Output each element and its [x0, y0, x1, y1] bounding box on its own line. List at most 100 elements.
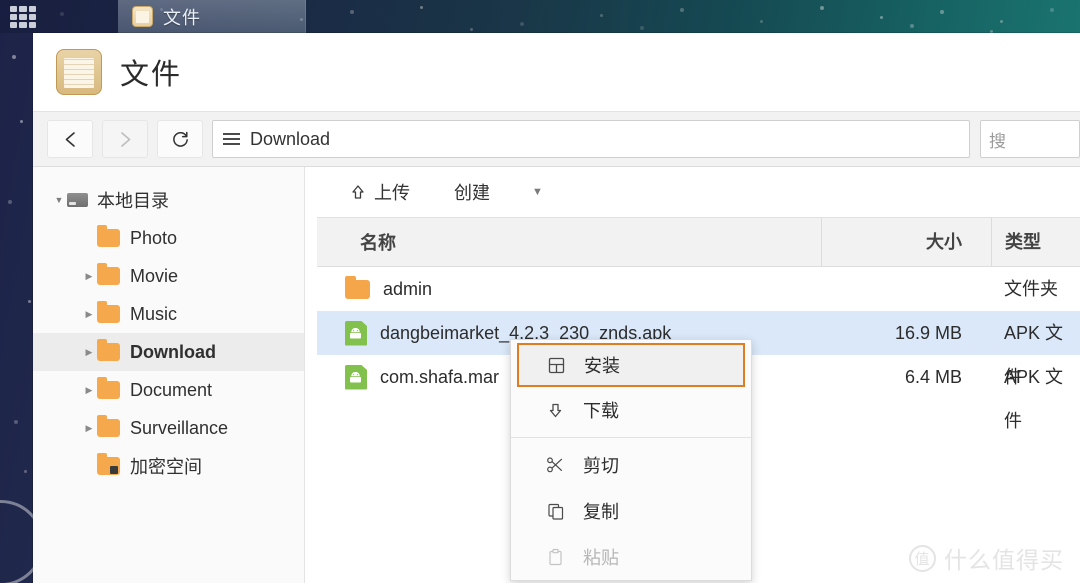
- table-row[interactable]: admin 文件夹: [317, 267, 1080, 311]
- chevron-right-icon[interactable]: ▶: [81, 347, 97, 358]
- folder-icon: [97, 419, 120, 437]
- folder-locked-icon: [97, 457, 120, 475]
- file-manager-window: 文件 Download 搜 ▼ 本地目录 Photo ▶ Movie ▶ Mus…: [33, 33, 1080, 583]
- sidebar-item-label: Music: [130, 304, 177, 325]
- forward-button[interactable]: [102, 120, 148, 158]
- file-size: 6.4 MB: [821, 355, 991, 399]
- folder-icon: [97, 343, 120, 361]
- folder-icon: [97, 229, 120, 247]
- sidebar-item-label: Surveillance: [130, 418, 228, 439]
- star-particle: [8, 200, 12, 204]
- file-size: 16.9 MB: [821, 311, 991, 355]
- context-menu-item-label: 剪切: [583, 452, 619, 478]
- hamburger-icon[interactable]: [223, 130, 240, 148]
- sidebar-item-encrypted-space[interactable]: ▶ 加密空间: [33, 447, 304, 485]
- context-menu-item-label: 粘贴: [583, 544, 619, 570]
- window-header: 文件: [33, 33, 1080, 111]
- context-menu-item-cut[interactable]: 剪切: [511, 442, 751, 488]
- context-menu-item-install[interactable]: 安装: [517, 343, 745, 387]
- apk-icon: [345, 321, 367, 346]
- hdd-icon: [67, 193, 88, 207]
- star-particle: [28, 300, 31, 303]
- star-particle: [12, 55, 16, 59]
- sidebar-item-label: Photo: [130, 228, 177, 249]
- upload-arrow-icon: [350, 184, 366, 201]
- context-menu: 安装 下载 剪切 复制 粘贴: [510, 339, 752, 581]
- file-type: 文件夹: [991, 267, 1080, 311]
- chevron-down-icon[interactable]: ▼: [532, 186, 543, 198]
- sidebar-item-label: Movie: [130, 266, 178, 287]
- create-label: 创建: [454, 179, 490, 205]
- path-breadcrumb-bar[interactable]: Download: [212, 120, 970, 158]
- file-name: com.shafa.mar: [380, 367, 499, 388]
- context-menu-item-download[interactable]: 下载: [511, 387, 751, 433]
- sidebar-item-music[interactable]: ▶ Music: [33, 295, 304, 333]
- context-menu-item-paste: 粘贴: [511, 534, 751, 580]
- chevron-down-icon[interactable]: ▼: [51, 195, 67, 205]
- upload-button[interactable]: 上传: [350, 179, 410, 205]
- window-tab-strip: 文件: [118, 0, 306, 33]
- file-size: [821, 267, 991, 311]
- chevron-right-icon[interactable]: ▶: [81, 309, 97, 320]
- file-manager-icon: [56, 49, 102, 95]
- sidebar-item-download[interactable]: ▶ Download: [33, 333, 304, 371]
- folder-icon: [97, 381, 120, 399]
- apk-icon: [345, 365, 367, 390]
- sidebar-item-movie[interactable]: ▶ Movie: [33, 257, 304, 295]
- taskbar-tab-files[interactable]: 文件: [118, 0, 306, 33]
- star-particle: [20, 120, 23, 123]
- content-toolbar: 上传 创建 ▼: [305, 167, 1080, 217]
- refresh-icon: [171, 130, 190, 149]
- app-grid-icon[interactable]: [10, 6, 36, 28]
- page-title: 文件: [120, 51, 182, 93]
- folder-icon: [97, 267, 120, 285]
- folder-icon: [345, 280, 370, 299]
- download-arrow-icon: [544, 401, 567, 419]
- context-menu-item-label: 安装: [584, 352, 620, 378]
- copy-icon: [544, 502, 567, 521]
- chevron-right-icon: [117, 130, 134, 149]
- sidebar-item-label: Download: [130, 342, 216, 363]
- chevron-right-icon[interactable]: ▶: [81, 271, 97, 282]
- sidebar-item-label: Document: [130, 380, 212, 401]
- star-particle: [24, 470, 27, 473]
- search-placeholder: 搜: [989, 127, 1006, 152]
- column-header-name[interactable]: 名称: [317, 229, 821, 255]
- search-input[interactable]: 搜: [980, 120, 1080, 158]
- install-icon: [545, 356, 568, 375]
- scissors-icon: [544, 456, 567, 474]
- file-name-cell: admin: [317, 279, 821, 300]
- folder-icon: [132, 6, 153, 27]
- upload-label: 上传: [374, 179, 410, 205]
- file-name: admin: [383, 279, 432, 300]
- context-menu-item-label: 复制: [583, 498, 619, 524]
- sidebar-item-local-directory[interactable]: ▼ 本地目录: [33, 181, 304, 219]
- sidebar-item-label: 加密空间: [130, 453, 202, 479]
- file-type: APK 文件: [991, 355, 1080, 399]
- column-header-size[interactable]: 大小: [821, 218, 991, 266]
- file-table-header: 名称 大小 类型: [317, 217, 1080, 267]
- taskbar-tab-label: 文件: [163, 4, 201, 30]
- path-value: Download: [250, 129, 330, 150]
- context-menu-item-label: 下载: [583, 397, 619, 423]
- content-area: 上传 创建 ▼ 名称 大小 类型 admin 文件夹 dangbeimarket…: [305, 167, 1080, 583]
- folder-icon: [97, 305, 120, 323]
- create-button[interactable]: 创建 ▼: [454, 179, 543, 205]
- sidebar-item-surveillance[interactable]: ▶ Surveillance: [33, 409, 304, 447]
- navigation-bar: Download 搜: [33, 111, 1080, 167]
- window-body: ▼ 本地目录 ▶ Photo ▶ Movie ▶ Music: [33, 167, 1080, 583]
- star-particle: [14, 420, 18, 424]
- context-menu-separator: [511, 437, 751, 438]
- sidebar-item-document[interactable]: ▶ Document: [33, 371, 304, 409]
- file-type: APK 文件: [991, 311, 1080, 355]
- chevron-left-icon: [62, 130, 79, 149]
- context-menu-item-copy[interactable]: 复制: [511, 488, 751, 534]
- chevron-right-icon[interactable]: ▶: [81, 385, 97, 396]
- column-header-type[interactable]: 类型: [991, 218, 1080, 266]
- refresh-button[interactable]: [157, 120, 203, 158]
- back-button[interactable]: [47, 120, 93, 158]
- paste-icon: [544, 548, 567, 567]
- sidebar-item-photo[interactable]: ▶ Photo: [33, 219, 304, 257]
- chevron-right-icon[interactable]: ▶: [81, 423, 97, 434]
- sidebar-item-label: 本地目录: [97, 187, 169, 213]
